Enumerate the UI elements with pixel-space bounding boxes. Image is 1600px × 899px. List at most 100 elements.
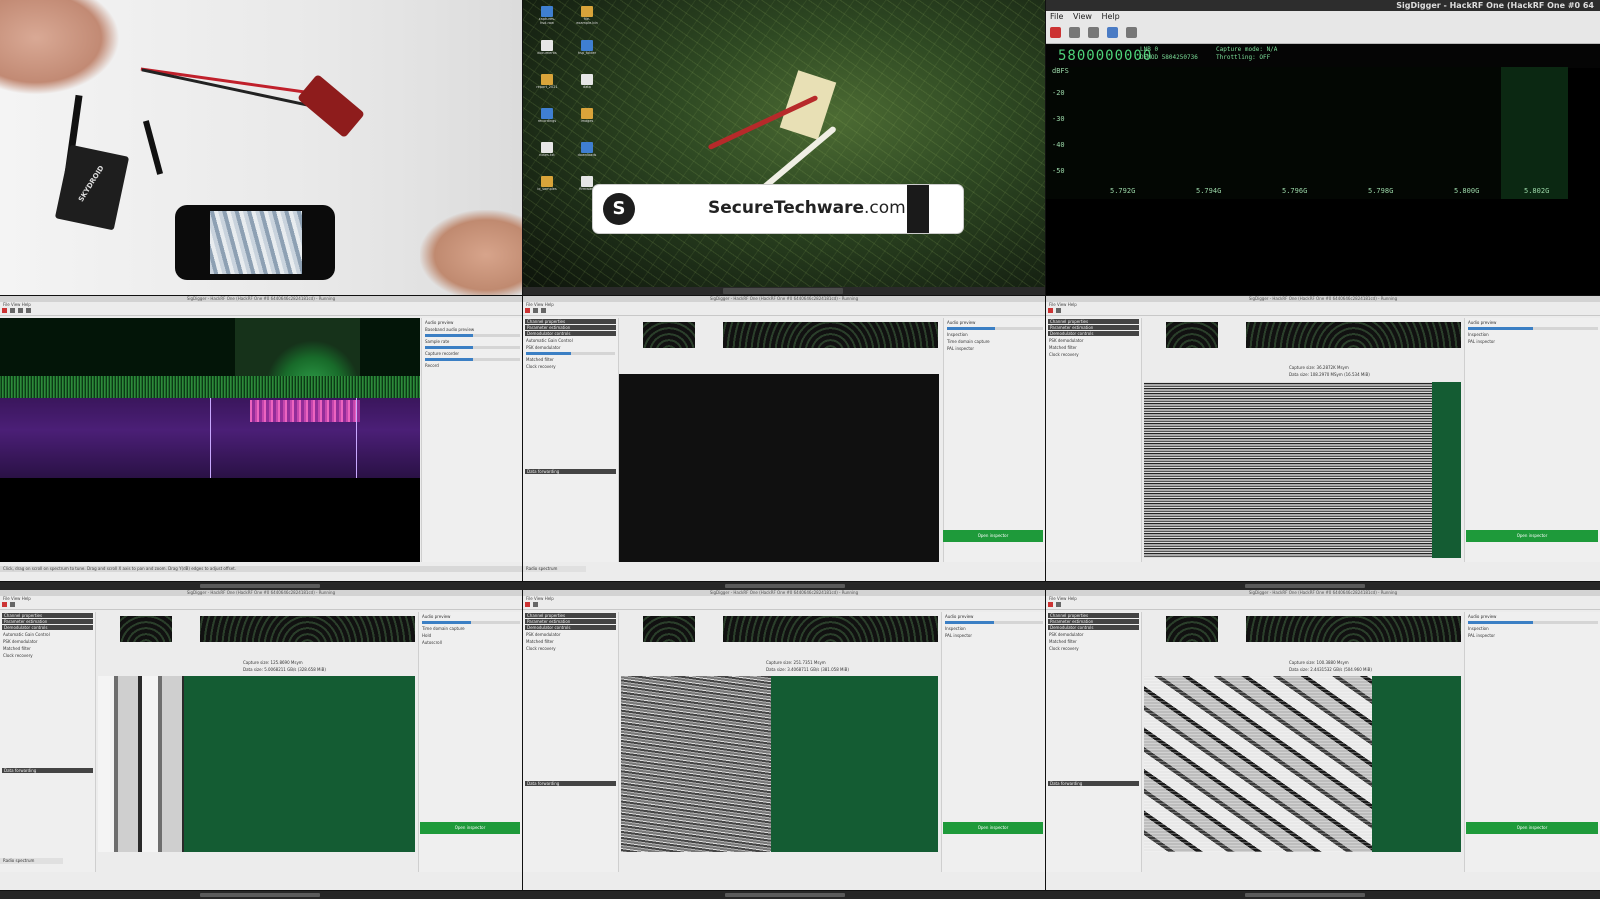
settings-icon[interactable] xyxy=(1056,308,1061,313)
settings-icon[interactable] xyxy=(10,602,15,607)
volume-slider[interactable] xyxy=(425,334,520,337)
demodulator-controls-header[interactable]: Demodulator controls xyxy=(1048,625,1139,630)
bottom-tab-radio-spectrum[interactable]: Radio spectrum xyxy=(523,566,586,572)
channel-properties-header[interactable]: Channel properties xyxy=(1048,319,1139,324)
waveform-image-view[interactable] xyxy=(621,676,938,852)
parameter-estimation-header[interactable]: Parameter estimation xyxy=(525,325,616,330)
constellation-scope xyxy=(120,616,172,642)
channel-properties-header[interactable]: Channel properties xyxy=(525,319,616,324)
desktop-file-icon[interactable]: hsp_folder xyxy=(573,40,601,68)
capture-size-label: Capture size: 251.7351 Msym xyxy=(766,660,826,665)
waterfall[interactable] xyxy=(0,398,420,478)
file-icon xyxy=(541,142,553,153)
settings-icon[interactable] xyxy=(533,602,538,607)
channel-properties-header[interactable]: Channel properties xyxy=(1048,613,1139,618)
spectrum-plot[interactable]: dBFS -20 -30 -40 -50 5.792G 5.794G 5.796… xyxy=(1046,67,1568,199)
record-icon[interactable] xyxy=(2,308,7,313)
desktop-file-icon[interactable]: recordings xyxy=(533,108,561,136)
panel-icon[interactable] xyxy=(541,308,546,313)
channel-properties-header[interactable]: Channel properties xyxy=(525,613,616,618)
hold-button[interactable]: Hold xyxy=(422,633,520,638)
phase-slider[interactable] xyxy=(526,352,615,355)
data-forwarding-header[interactable]: Data forwarding xyxy=(525,469,616,474)
menu-file[interactable]: File xyxy=(1050,12,1063,21)
record-icon[interactable] xyxy=(525,308,530,313)
gain-slider[interactable] xyxy=(425,346,520,349)
sigdigger-capture-window-1: SigDigger - HackRF One (HackRF One #0 64… xyxy=(1046,296,1600,581)
capture-recorder-label: Capture recorder xyxy=(425,351,460,356)
parameter-estimation-header[interactable]: Parameter estimation xyxy=(525,619,616,624)
frequency-display[interactable]: 5800000000 xyxy=(1058,48,1152,64)
demodulator-controls-header[interactable]: Demodulator controls xyxy=(1048,331,1139,336)
right-panel: Audio preview Inspection PAL inspector xyxy=(1464,318,1600,562)
autoscroll-button[interactable]: Autoscroll xyxy=(422,640,520,645)
volume-slider[interactable] xyxy=(1468,327,1598,330)
toolbar xyxy=(1046,307,1600,316)
parameter-estimation-header[interactable]: Parameter estimation xyxy=(1048,325,1139,330)
data-forwarding-header[interactable]: Data forwarding xyxy=(1048,781,1139,786)
taskbar-item[interactable] xyxy=(723,288,843,294)
data-forwarding-header[interactable]: Data forwarding xyxy=(2,768,93,773)
record-icon[interactable] xyxy=(1050,27,1061,38)
desktop-file-icon[interactable]: downloads xyxy=(573,142,601,170)
demodulator-controls-header[interactable]: Demodulator controls xyxy=(525,331,616,336)
open-inspector-button[interactable]: Open inspector xyxy=(1466,530,1598,542)
inspector-spectrum-plot[interactable] xyxy=(619,374,939,562)
chart-icon[interactable] xyxy=(1125,27,1137,38)
rf-gain-slider[interactable] xyxy=(425,358,520,361)
waveform-image-view[interactable] xyxy=(1144,382,1461,558)
record-icon[interactable] xyxy=(1048,602,1053,607)
toolbar xyxy=(0,601,522,610)
desktop-file-label: hsp_folder xyxy=(577,51,597,55)
spectrum-icon[interactable] xyxy=(1106,27,1118,38)
lnb-label: LNB xyxy=(1140,46,1151,53)
pal-inspector-label: PAL inspector xyxy=(945,633,972,638)
open-inspector-button[interactable]: Open inspector xyxy=(1466,822,1598,834)
demodulator-controls-header[interactable]: Demodulator controls xyxy=(525,625,616,630)
record-icon[interactable] xyxy=(1048,308,1053,313)
volume-slider[interactable] xyxy=(945,621,1043,624)
desktop-file-icon[interactable]: file-example.bin xyxy=(573,6,601,34)
record-icon[interactable] xyxy=(2,602,7,607)
settings-icon[interactable] xyxy=(10,308,15,313)
open-inspector-button[interactable]: Open inspector xyxy=(943,530,1043,542)
menu-bar: File View Help xyxy=(1046,11,1600,23)
parameter-estimation-header[interactable]: Parameter estimation xyxy=(2,619,93,624)
settings-icon[interactable] xyxy=(1068,27,1080,38)
file-icon xyxy=(541,176,553,187)
audio-preview-label: Audio preview xyxy=(1468,614,1497,619)
open-inspector-button[interactable]: Open inspector xyxy=(420,822,520,834)
volume-slider[interactable] xyxy=(947,327,1043,330)
settings-icon[interactable] xyxy=(1056,602,1061,607)
record-icon[interactable] xyxy=(525,602,530,607)
desktop-file-icon[interactable]: documents xyxy=(533,40,561,68)
panel-icon[interactable] xyxy=(18,308,23,313)
volume-slider[interactable] xyxy=(1468,621,1598,624)
desktop-file-icon[interactable]: report_2021 xyxy=(533,74,561,102)
spectrum-icon[interactable] xyxy=(26,308,31,313)
open-inspector-button[interactable]: Open inspector xyxy=(943,822,1043,834)
desktop-file-icon[interactable]: iq_samples xyxy=(533,176,561,204)
parameter-estimation-header[interactable]: Parameter estimation xyxy=(1048,619,1139,624)
waveform-image-view[interactable] xyxy=(1144,676,1461,852)
panel-icon[interactable] xyxy=(1087,27,1099,38)
bottom-tab-radio-spectrum[interactable]: Radio spectrum xyxy=(0,858,63,864)
data-forwarding-header[interactable]: Data forwarding xyxy=(525,781,616,786)
menu-help[interactable]: Help xyxy=(1101,12,1119,21)
desktop-file-icon[interactable]: images xyxy=(573,108,601,136)
spectrum-plot[interactable] xyxy=(0,318,420,398)
waveform-image-view[interactable] xyxy=(98,676,415,852)
selected-band[interactable] xyxy=(1501,67,1568,199)
channel-properties-header[interactable]: Channel properties xyxy=(2,613,93,618)
demodulator-controls-header[interactable]: Demodulator controls xyxy=(2,625,93,630)
desktop-file-icon[interactable]: data xyxy=(573,74,601,102)
desktop-file-icon[interactable]: captures-hsd.raw xyxy=(533,6,561,34)
time-domain-capture-label: Time domain capture xyxy=(947,339,990,344)
volume-slider[interactable] xyxy=(422,621,520,624)
settings-icon[interactable] xyxy=(533,308,538,313)
desktop-file-icon[interactable]: notes.txt xyxy=(533,142,561,170)
record-button[interactable]: Record xyxy=(425,363,520,368)
menu-view[interactable]: View xyxy=(1073,12,1092,21)
inspector-left-panel: Channel properties Parameter estimation … xyxy=(1046,318,1142,562)
clock-recovery-label: Clock recovery xyxy=(526,364,556,369)
